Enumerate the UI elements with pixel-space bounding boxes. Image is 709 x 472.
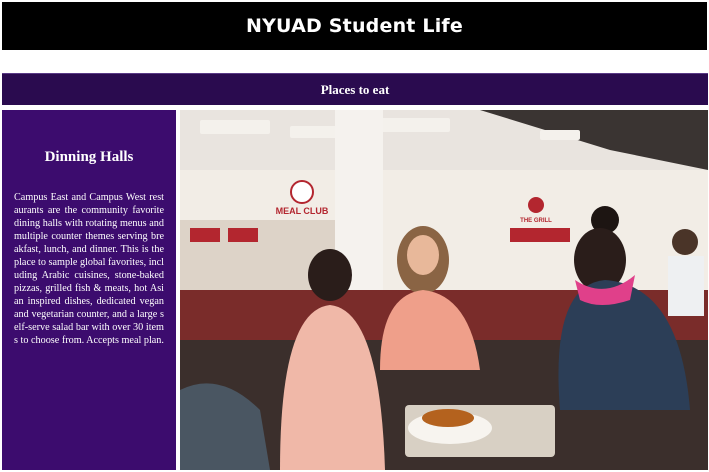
menu-board: [228, 228, 258, 242]
grill-sign: THE GRILL: [520, 218, 552, 224]
meal-club-sign: MEAL CLUB: [276, 206, 329, 216]
meal-club-logo: [290, 180, 314, 204]
site-header: NYUAD Student Life: [2, 2, 707, 50]
card-title: Dinning Halls: [44, 149, 134, 165]
dining-info-card: Dinning Halls Campus East and Campus Wes…: [2, 110, 176, 470]
dining-hall-photo: MEAL CLUB THE GRILL: [180, 110, 708, 470]
card-description: Campus East and Campus West restaurants …: [14, 192, 164, 346]
section-header: Places to eat: [2, 73, 708, 105]
menu-board: [190, 228, 220, 242]
dining-hall-illustration: MEAL CLUB THE GRILL: [180, 110, 708, 470]
grill-logo: [528, 197, 544, 213]
food-bowl: [422, 409, 474, 427]
menu-board: [510, 228, 570, 242]
site-title: NYUAD Student Life: [246, 15, 463, 37]
section-title: Places to eat: [320, 81, 390, 97]
